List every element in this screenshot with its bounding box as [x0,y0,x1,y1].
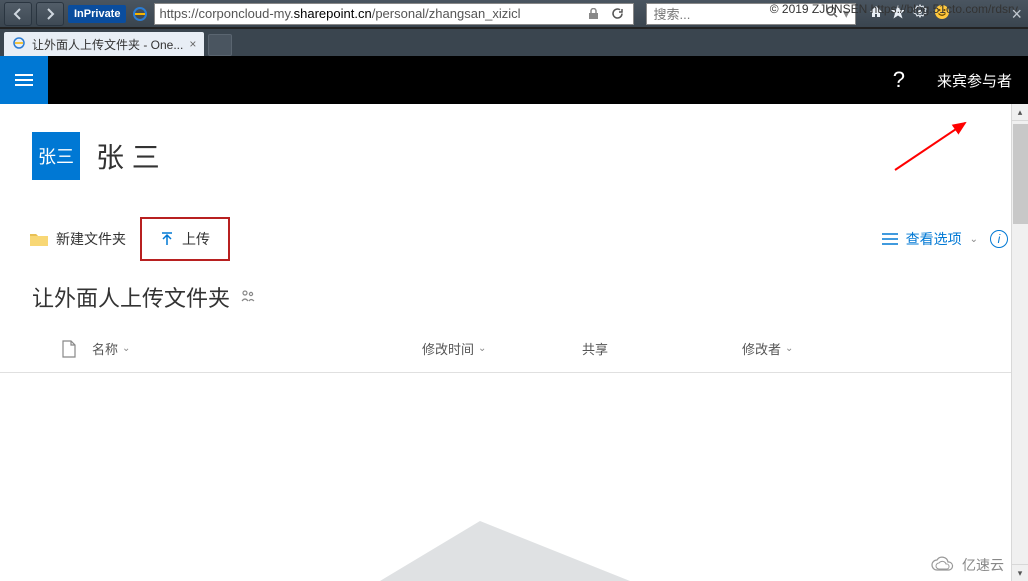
table-header-row: 名称 ⌄ 修改时间 ⌄ 共享 修改者 ⌄ [0,325,1028,373]
folder-icon [30,232,48,246]
address-bar[interactable]: https://corponcloud-my.sharepoint.cn/per… [154,3,634,25]
hamburger-icon [15,74,33,86]
vertical-scrollbar[interactable]: ▴ ▾ [1011,104,1028,581]
scroll-down-button[interactable]: ▾ [1012,564,1028,581]
browser-tab[interactable]: 让外面人上传文件夹 - One... × [4,32,204,56]
sharepoint-header: ? 来宾参与者 [0,56,1028,104]
copyright-watermark: © 2019 ZJUNSEN https://blog.51cto.com/rd… [770,2,1018,16]
chevron-down-icon: ⌄ [970,234,978,245]
brand-text: 亿速云 [962,555,1004,575]
window-close-button[interactable]: × [1011,4,1022,25]
tab-close-button[interactable]: × [189,37,196,51]
chevron-down-icon: ⌄ [785,343,793,354]
sharepoint-content: 张三 张 三 新建文件夹 上传 查看选项 ⌄ i 让外面人上传文件夹 [0,104,1028,581]
forward-button[interactable] [36,2,64,26]
view-options-button[interactable]: 查看选项 ⌄ [882,229,978,249]
upload-highlight-box: 上传 [140,217,230,261]
cloud-icon [930,556,956,574]
column-modified[interactable]: 修改时间 ⌄ [422,339,582,358]
search-placeholder: 搜索... [653,4,690,23]
lock-icon[interactable] [581,4,605,24]
user-header: 张三 张 三 [0,104,1028,208]
chevron-down-icon: ⌄ [478,343,486,354]
column-share[interactable]: 共享 [582,339,742,358]
scroll-up-button[interactable]: ▴ [1012,104,1028,121]
upload-label: 上传 [182,229,210,249]
file-icon [62,340,76,358]
new-tab-button[interactable] [208,34,232,56]
new-folder-label: 新建文件夹 [56,229,126,249]
user-avatar-tile: 张三 [32,132,80,180]
guest-participant-label[interactable]: 来宾参与者 [921,70,1028,91]
column-author[interactable]: 修改者 ⌄ [742,339,882,358]
scroll-thumb[interactable] [1013,124,1028,224]
new-folder-button[interactable]: 新建文件夹 [20,221,136,257]
help-button[interactable]: ? [877,67,921,93]
ie-logo-icon [130,4,150,24]
list-icon [882,233,898,245]
share-icon[interactable] [240,289,256,306]
app-launcher-button[interactable] [0,56,48,104]
view-options-label: 查看选项 [906,229,962,249]
upload-button[interactable]: 上传 [150,221,220,257]
info-button[interactable]: i [990,230,1008,248]
refresh-icon[interactable] [605,4,629,24]
folder-title: 让外面人上传文件夹 [32,281,230,313]
folder-title-row: 让外面人上传文件夹 [0,269,1028,325]
column-name[interactable]: 名称 ⌄ [92,339,422,358]
user-display-name: 张 三 [96,136,160,176]
tab-title: 让外面人上传文件夹 - One... [32,36,183,53]
chevron-down-icon: ⌄ [122,343,130,354]
tab-favicon [12,36,26,53]
background-decoration [380,521,630,581]
tab-strip: 让外面人上传文件夹 - One... × [0,28,1028,56]
column-type[interactable] [32,340,92,358]
upload-icon [160,231,174,247]
url-text: https://corponcloud-my.sharepoint.cn/per… [159,6,520,21]
back-button[interactable] [4,2,32,26]
command-bar: 新建文件夹 上传 查看选项 ⌄ i [0,208,1028,269]
brand-watermark: 亿速云 [930,555,1004,575]
inprivate-badge: InPrivate [68,5,126,23]
